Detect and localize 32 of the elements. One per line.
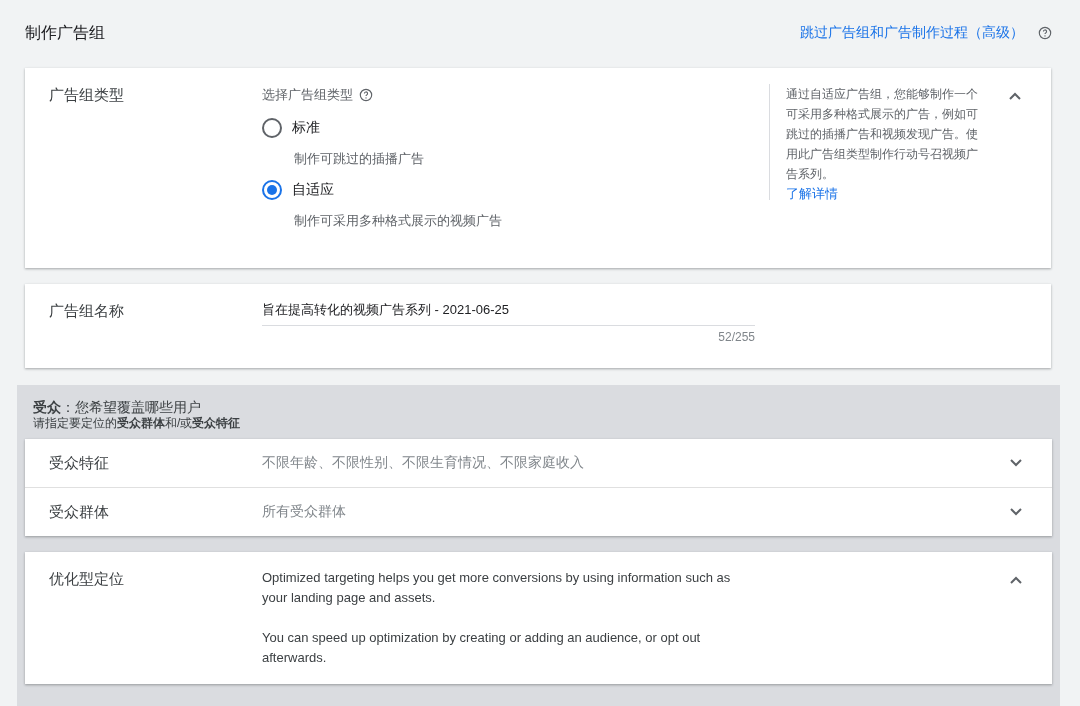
section-label: 广告组类型 <box>49 85 125 105</box>
page-title: 制作广告组 <box>25 22 105 43</box>
section-label: 优化型定位 <box>49 569 125 589</box>
row-summary: 不限年龄、不限性别、不限生育情况、不限家庭收入 <box>262 454 584 472</box>
skip-link[interactable]: 跳过广告组和广告制作过程（高级） <box>800 24 1024 42</box>
collapse-chevron-icon[interactable] <box>1010 576 1022 584</box>
row-label: 受众特征 <box>49 453 110 473</box>
row-label: 受众群体 <box>49 502 110 522</box>
collapse-chevron-icon[interactable] <box>1009 92 1021 100</box>
radio-button[interactable] <box>262 118 282 138</box>
option-description: 制作可采用多种格式展示的视频广告 <box>294 212 503 230</box>
audience-subheading: 请指定要定位的受众群体和/或受众特征 <box>33 416 242 431</box>
section-label: 广告组名称 <box>49 301 125 321</box>
audience-row[interactable]: 受众特征 不限年龄、不限性别、不限生育情况、不限家庭收入 <box>25 439 1052 488</box>
description-paragraph: Optimized targeting helps you get more conversions by using information such as your landing page and assets. <box>262 569 732 607</box>
expand-chevron-icon[interactable] <box>1010 508 1022 516</box>
help-icon[interactable] <box>359 88 373 102</box>
radio-label[interactable]: 自适应 <box>292 181 334 199</box>
help-text: 通过自适应广告组，您能够制作一个可采用多种格式展示的广告，例如可跳过的插播广告和视频发现广告。使用此广告组类型制作行动号召视频广告系列。 <box>786 86 979 183</box>
name-input-field[interactable]: 旨在提高转化的视频广告系列 - 2021-06-25 <box>262 300 755 326</box>
option-description: 制作可跳过的插播广告 <box>294 150 425 168</box>
expand-chevron-icon[interactable] <box>1010 459 1022 467</box>
description-paragraph: You can speed up optimization by creating or adding an audience, or opt out afterwards. <box>262 629 702 667</box>
learn-more-link[interactable]: 了解详情 <box>786 186 838 201</box>
radio-button[interactable] <box>262 180 282 200</box>
row-summary: 所有受众群体 <box>262 503 346 521</box>
help-icon[interactable] <box>1038 26 1052 40</box>
prompt-text: 选择广告组类型 <box>262 86 353 104</box>
audience-heading: 受众：您希望覆盖哪些用户 <box>33 398 202 416</box>
radio-label[interactable]: 标准 <box>292 119 320 137</box>
audience-row[interactable]: 受众群体 所有受众群体 <box>25 488 1052 536</box>
character-counter: 52/255 <box>717 330 755 344</box>
